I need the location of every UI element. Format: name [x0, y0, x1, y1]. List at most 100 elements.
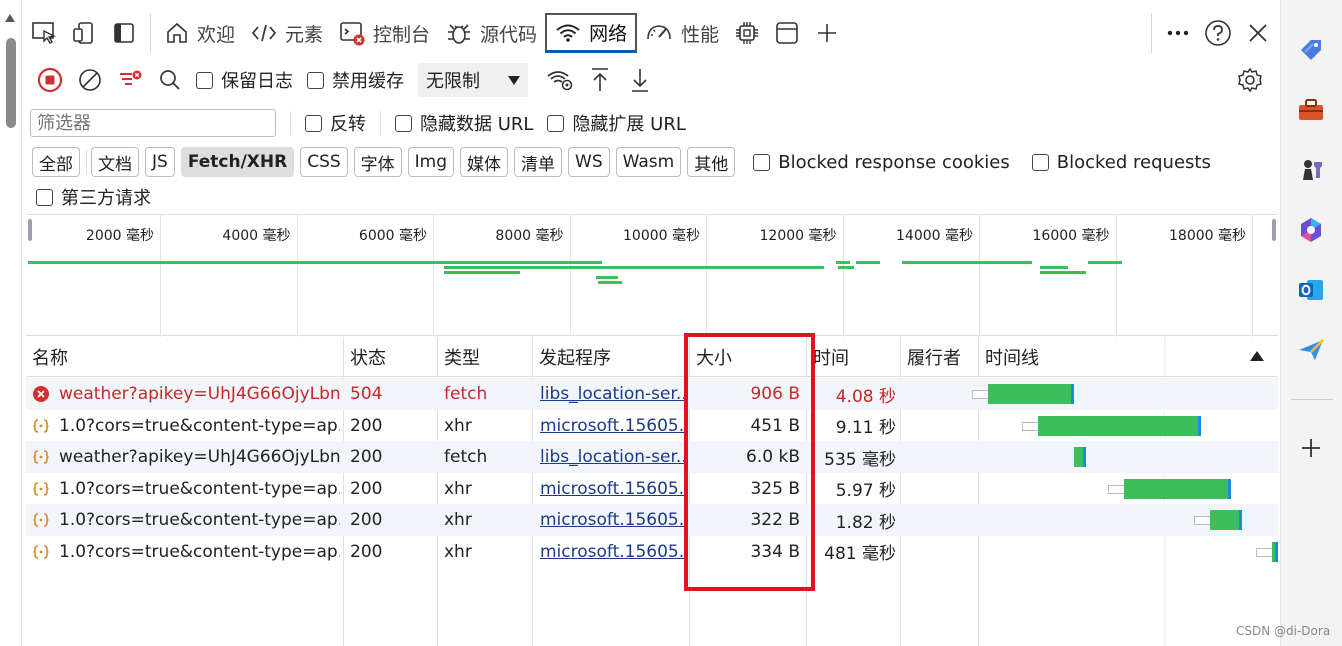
tab-console[interactable]: 控制台 — [331, 13, 438, 53]
tab-network[interactable]: 网络 — [545, 13, 638, 53]
overview-range-handle[interactable] — [1272, 219, 1276, 241]
type-filter-chip[interactable]: WS — [568, 147, 610, 177]
type-filter-chip[interactable]: 其他 — [687, 147, 736, 177]
request-initiator-link[interactable]: microsoft.15605... — [540, 473, 684, 505]
request-name[interactable]: 1.0?cors=true&content-type=ap... — [32, 504, 340, 536]
add-sidebar-app-icon[interactable] — [1297, 434, 1325, 462]
checkbox[interactable] — [753, 153, 771, 171]
blocked-requests-checkbox[interactable]: Blocked requests — [1031, 152, 1211, 173]
tab-sources[interactable]: 源代码 — [438, 13, 545, 53]
filter-input[interactable] — [30, 109, 276, 137]
toolbox-icon[interactable] — [1297, 96, 1325, 124]
third-party-checkbox[interactable]: 第三方请求 — [36, 184, 151, 210]
close-icon[interactable] — [1238, 13, 1278, 53]
dock-side-icon[interactable] — [104, 13, 144, 53]
waterfall-bar[interactable] — [1038, 415, 1202, 436]
overview-tick-label: 12000 毫秒 — [759, 228, 837, 244]
outlook-icon[interactable] — [1297, 276, 1325, 304]
request-row[interactable]: weather?apikey=UhJ4G66OjyLbn... 504 fetch l… — [26, 378, 1278, 410]
type-filter-chip[interactable]: CSS — [300, 147, 348, 177]
request-name[interactable]: weather?apikey=UhJ4G66OjyLbn... — [32, 441, 340, 473]
tab-elements[interactable]: 元素 — [243, 13, 331, 53]
import-har-icon[interactable] — [580, 60, 620, 100]
request-row[interactable]: 1.0?cors=true&content-type=ap... 200 xhr mi… — [26, 536, 1278, 568]
request-name[interactable]: weather?apikey=UhJ4G66OjyLbn... — [32, 378, 340, 410]
blocked-cookies-checkbox[interactable]: Blocked response cookies — [753, 152, 1010, 173]
request-initiator-link[interactable]: microsoft.15605... — [540, 536, 684, 568]
type-filter-chip[interactable]: JS — [145, 147, 175, 177]
request-row[interactable]: 1.0?cors=true&content-type=ap... 200 xhr mi… — [26, 504, 1278, 536]
request-initiator-link[interactable]: microsoft.15605... — [540, 410, 684, 442]
application-icon[interactable] — [767, 13, 807, 53]
hide-ext-urls-checkbox[interactable]: 隐藏扩展 URL — [547, 110, 686, 136]
checkbox[interactable] — [395, 114, 412, 132]
tag-icon[interactable] — [1297, 36, 1325, 64]
device-emulation-icon[interactable] — [64, 13, 104, 53]
send-icon[interactable] — [1297, 336, 1325, 364]
column-header-name[interactable]: 名称 — [26, 337, 342, 377]
checkbox[interactable] — [305, 114, 322, 132]
network-overview[interactable]: 2000 毫秒 4000 毫秒 6000 毫秒 8000 毫秒 10000 毫秒 1200… — [26, 214, 1278, 337]
network-conditions-icon[interactable] — [540, 60, 580, 100]
overview-range-handle[interactable] — [28, 219, 32, 241]
left-scrollbar[interactable] — [0, 0, 22, 646]
checkbox[interactable] — [547, 114, 565, 132]
copilot-icon[interactable] — [1297, 216, 1325, 244]
tab-performance[interactable]: 性能 — [637, 13, 727, 53]
column-header-status[interactable]: 状态 — [344, 337, 438, 377]
checkbox[interactable] — [196, 71, 213, 89]
type-filter-chip[interactable]: 文档 — [91, 147, 139, 177]
request-row[interactable]: weather?apikey=UhJ4G66OjyLbn... 200 fetch l… — [26, 441, 1278, 473]
throttling-select[interactable]: 无限制 — [418, 63, 528, 97]
column-header-fulfilled-by[interactable]: 履行者 — [901, 337, 979, 377]
request-name[interactable]: 1.0?cors=true&content-type=ap... — [32, 536, 340, 568]
scroll-up-arrow-icon[interactable] — [5, 14, 15, 22]
disable-cache-checkbox[interactable]: 禁用缓存 — [307, 67, 404, 93]
more-options-icon[interactable] — [1158, 13, 1198, 53]
column-header-time[interactable]: 时间 — [807, 337, 901, 377]
chess-icon[interactable] — [1297, 156, 1325, 184]
scrollbar-thumb[interactable] — [6, 38, 16, 128]
help-icon[interactable] — [1198, 13, 1238, 53]
request-name-text: 1.0?cors=true&content-type=ap... — [59, 478, 340, 499]
type-filter-chip[interactable]: 全部 — [32, 147, 80, 177]
waterfall-bar[interactable] — [987, 384, 1074, 404]
export-har-icon[interactable] — [620, 60, 660, 100]
request-initiator-link[interactable]: libs_location-ser... — [540, 378, 684, 410]
request-row[interactable]: 1.0?cors=true&content-type=ap... 200 xhr mi… — [26, 473, 1278, 505]
checkbox[interactable] — [1031, 153, 1049, 171]
request-initiator-link[interactable]: microsoft.15605... — [540, 504, 684, 536]
type-filter-chip[interactable]: Wasm — [615, 147, 682, 177]
type-filter-chip[interactable]: Fetch/XHR — [180, 147, 295, 177]
request-name[interactable]: 1.0?cors=true&content-type=ap... — [32, 410, 340, 442]
type-filter-chip[interactable]: Img — [407, 147, 455, 177]
column-header-initiator[interactable]: 发起程序 — [533, 337, 690, 377]
column-header-waterfall[interactable]: 时间线 — [979, 337, 1239, 377]
invert-checkbox[interactable]: 反转 — [305, 110, 366, 136]
type-filter-chip[interactable]: 媒体 — [460, 147, 509, 177]
record-stop-icon[interactable] — [30, 60, 70, 100]
search-icon[interactable] — [150, 60, 190, 100]
column-header-type[interactable]: 类型 — [438, 337, 533, 377]
preserve-log-checkbox[interactable]: 保留日志 — [196, 67, 293, 93]
checkbox[interactable] — [307, 71, 324, 89]
request-name[interactable]: 1.0?cors=true&content-type=ap... — [32, 473, 340, 505]
waterfall-bar[interactable] — [1124, 478, 1231, 499]
cpu-icon[interactable] — [727, 13, 767, 53]
hide-data-urls-checkbox[interactable]: 隐藏数据 URL — [395, 110, 533, 136]
add-tool-icon[interactable] — [807, 13, 847, 53]
waterfall-bar[interactable] — [1073, 447, 1086, 467]
tab-welcome[interactable]: 欢迎 — [157, 13, 243, 53]
type-filter-chip[interactable]: 字体 — [353, 147, 402, 177]
filter-toggle-icon[interactable] — [110, 60, 150, 100]
waterfall-bar[interactable] — [1209, 510, 1243, 530]
sort-ascending-icon[interactable] — [1250, 351, 1264, 361]
type-filter-chip[interactable]: 清单 — [514, 147, 563, 177]
checkbox[interactable] — [36, 188, 53, 206]
request-initiator-link[interactable]: libs_location-ser... — [540, 441, 684, 473]
waterfall-bar[interactable] — [1272, 541, 1278, 562]
settings-gear-icon[interactable] — [1230, 60, 1270, 100]
clear-icon[interactable] — [70, 60, 110, 100]
request-row[interactable]: 1.0?cors=true&content-type=ap... 200 xhr mi… — [26, 410, 1278, 442]
inspect-element-icon[interactable] — [24, 13, 64, 53]
